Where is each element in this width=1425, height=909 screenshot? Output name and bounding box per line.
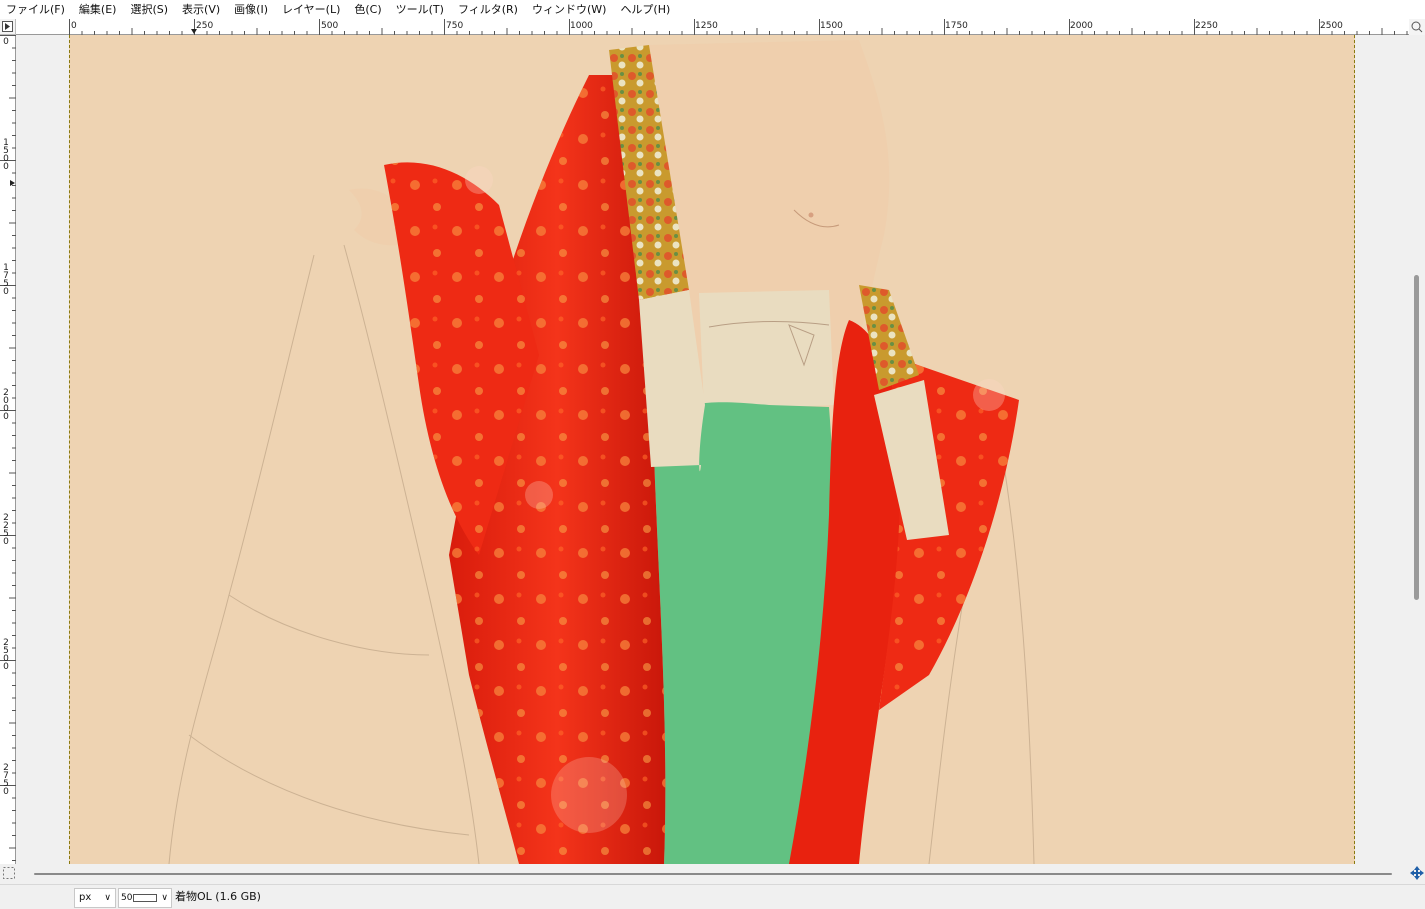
horizontal-ruler[interactable]: 0 250 500 750 1000 1250 1500 1750 2000 2… xyxy=(16,19,1409,35)
hruler-label: 1750 xyxy=(945,21,968,31)
status-bar: px ∨ 50 ∨ 着物OL (1.6 GB) xyxy=(0,884,1425,909)
vruler-label: 0 xyxy=(3,37,9,47)
unit-select[interactable]: px ∨ xyxy=(74,888,116,908)
menu-bar: ファイル(F) 編集(E) 選択(S) 表示(V) 画像(I) レイヤー(L) … xyxy=(0,0,1425,19)
chevron-down-icon: ∨ xyxy=(104,893,111,903)
vruler-label: 2750 xyxy=(3,763,9,797)
menu-image[interactable]: 画像(I) xyxy=(227,0,275,19)
hruler-label: 2250 xyxy=(1195,21,1218,31)
horizontal-scrollbar-thumb[interactable] xyxy=(34,873,1392,875)
image-canvas[interactable] xyxy=(69,35,1355,864)
menu-file[interactable]: ファイル(F) xyxy=(0,0,72,19)
vruler-label: 1750 xyxy=(3,263,9,297)
hruler-label: 0 xyxy=(71,21,77,31)
menu-filters[interactable]: フィルタ(R) xyxy=(451,0,525,19)
hruler-label: 2500 xyxy=(1320,21,1343,31)
chevron-down-icon: ∨ xyxy=(161,893,168,903)
vruler-label: 2000 xyxy=(3,388,9,422)
vruler-label: 1500 xyxy=(3,138,9,172)
image-menu-button[interactable] xyxy=(0,19,16,35)
unit-value: px xyxy=(79,892,92,903)
vertical-ruler[interactable]: 0 1500 1750 2000 2250 2500 2750 xyxy=(0,35,16,864)
menu-tools[interactable]: ツール(T) xyxy=(389,0,451,19)
zoom-select[interactable]: 50 ∨ xyxy=(118,888,172,908)
canvas-boundary-left xyxy=(69,35,70,864)
vruler-label: 2250 xyxy=(3,513,9,547)
zoom-field-icon xyxy=(133,893,158,902)
navigate-icon[interactable] xyxy=(1410,866,1424,880)
menu-colors[interactable]: 色(C) xyxy=(347,0,388,19)
triangle-right-icon xyxy=(2,21,13,32)
hruler-label: 1000 xyxy=(570,21,593,31)
canvas-viewport[interactable] xyxy=(16,35,1409,864)
vertical-scrollbar-thumb[interactable] xyxy=(1414,275,1419,600)
vruler-label: 2500 xyxy=(3,638,9,672)
hruler-label: 1500 xyxy=(820,21,843,31)
hruler-label: 500 xyxy=(321,21,339,31)
hruler-label: 2000 xyxy=(1070,21,1093,31)
menu-help[interactable]: ヘルプ(H) xyxy=(613,0,677,19)
menu-edit[interactable]: 編集(E) xyxy=(72,0,124,19)
kimono-illustration xyxy=(168,40,1035,864)
zoom-lock-button[interactable] xyxy=(1409,19,1425,35)
quick-mask-icon[interactable] xyxy=(2,866,16,880)
menu-windows[interactable]: ウィンドウ(W) xyxy=(525,0,613,19)
canvas-boundary-right xyxy=(1354,35,1355,864)
vertical-scrollbar[interactable] xyxy=(1409,35,1425,864)
hruler-label: 750 xyxy=(446,21,464,31)
horizontal-scrollbar[interactable] xyxy=(0,864,1425,884)
menu-layer[interactable]: レイヤー(L) xyxy=(275,0,347,19)
menu-view[interactable]: 表示(V) xyxy=(175,0,227,19)
zoom-icon xyxy=(1411,21,1423,33)
menu-select[interactable]: 選択(S) xyxy=(123,0,175,19)
zoom-value: 50 xyxy=(121,893,133,903)
hruler-label: 1250 xyxy=(695,21,718,31)
status-message: 着物OL (1.6 GB) xyxy=(175,890,261,903)
hruler-label: 250 xyxy=(196,21,214,31)
